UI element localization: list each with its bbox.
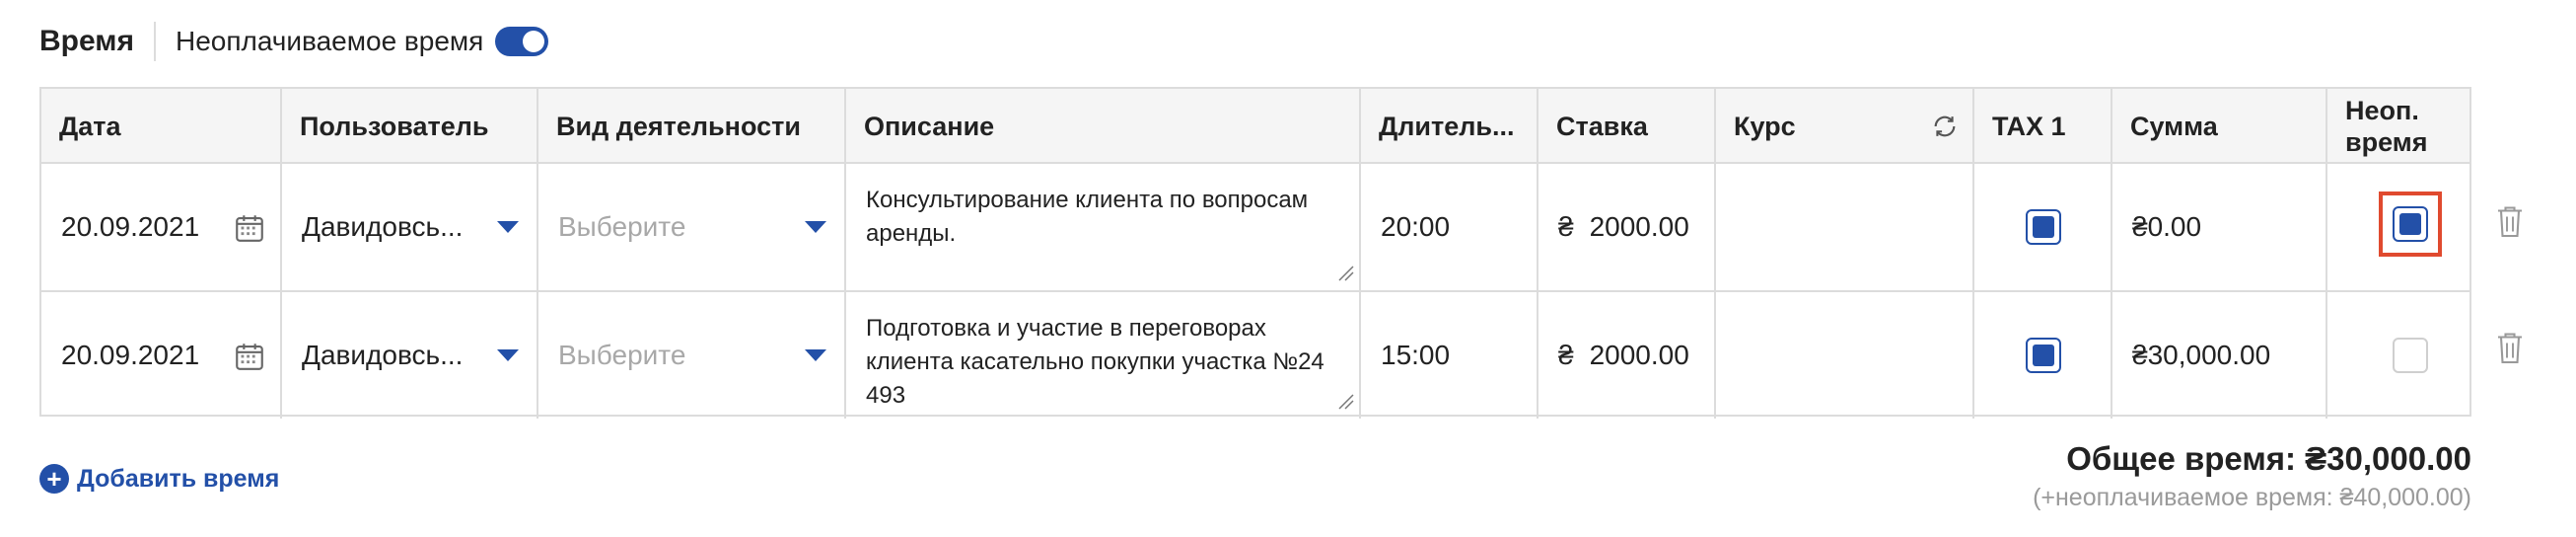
activity-select[interactable]: Выберите: [538, 292, 846, 419]
chevron-down-icon: [497, 221, 519, 233]
description-textarea[interactable]: Консультирование клиента по вопросам аре…: [850, 172, 1355, 282]
chevron-down-icon: [805, 221, 826, 233]
tax1-checkbox[interactable]: [2026, 209, 2061, 245]
user-select[interactable]: Давидовсь...: [282, 164, 538, 290]
table-row: 20.09.2021 Давидовсь... Выберите Консуль…: [41, 164, 2469, 290]
checkbox-checked-mark: [2033, 345, 2054, 366]
column-exchange: Курс: [1716, 89, 1974, 164]
description-cell: Консультирование клиента по вопросам аре…: [846, 164, 1361, 290]
trash-icon[interactable]: [2495, 330, 2525, 365]
description-textarea[interactable]: Подготовка и участие в переговорах клиен…: [850, 300, 1355, 411]
duration-field[interactable]: 20:00: [1361, 164, 1538, 290]
column-user: Пользователь: [282, 89, 538, 164]
column-amount: Сумма: [2112, 89, 2327, 164]
column-unpaid-line2: время: [2345, 127, 2428, 157]
exchange-field[interactable]: [1716, 292, 1974, 419]
tax1-cell: [1974, 292, 2112, 419]
column-duration: Длитель...: [1361, 89, 1538, 164]
resize-grip-icon[interactable]: [1335, 263, 1355, 282]
description-cell: Подготовка и участие в переговорах клиен…: [846, 292, 1361, 419]
calendar-icon[interactable]: [233, 340, 266, 373]
user-select[interactable]: Давидовсь...: [282, 292, 538, 419]
section-header: Время Неоплачиваемое время: [39, 18, 549, 65]
date-value: 20.09.2021: [61, 340, 200, 370]
activity-placeholder: Выберите: [558, 211, 686, 242]
column-exchange-label: Курс: [1734, 111, 1796, 141]
rate-value: 2000.00: [1589, 211, 1689, 242]
unpaid-toggle-label: Неоплачиваемое время: [175, 26, 484, 56]
toggle-knob: [523, 31, 545, 52]
date-field[interactable]: 20.09.2021: [41, 164, 282, 290]
unpaid-checkbox[interactable]: [2393, 338, 2428, 373]
checkbox-checked-mark: [2399, 213, 2421, 235]
column-date: Дата: [41, 89, 282, 164]
time-table: Дата Пользователь Вид деятельности Описа…: [39, 87, 2471, 419]
column-unpaid-line1: Неоп.: [2345, 96, 2419, 125]
header-divider: [153, 22, 156, 61]
table-row: 20.09.2021 Давидовсь... Выберите Подгото…: [41, 290, 2469, 419]
user-value: Давидовсь...: [302, 211, 464, 242]
tax1-cell: [1974, 164, 2112, 290]
duration-field[interactable]: 15:00: [1361, 292, 1538, 419]
rate-field[interactable]: ₴ 2000.00: [1538, 164, 1716, 290]
tax1-checkbox[interactable]: [2026, 338, 2061, 373]
checkbox-checked-mark: [2033, 216, 2054, 238]
amount-cell: ₴0.00: [2112, 164, 2327, 290]
unpaid-time-toggle[interactable]: [495, 27, 549, 56]
refresh-icon[interactable]: [1931, 113, 1959, 140]
rate-field[interactable]: ₴ 2000.00: [1538, 292, 1716, 419]
amount-value: ₴0.00: [2132, 211, 2202, 242]
table-header: Дата Пользователь Вид деятельности Описа…: [41, 89, 2469, 164]
date-value: 20.09.2021: [61, 211, 200, 242]
unpaid-cell: [2327, 164, 2473, 290]
add-time-button[interactable]: + Добавить время: [39, 464, 279, 494]
unpaid-checkbox[interactable]: [2393, 206, 2428, 242]
column-unpaid: Неоп. время: [2327, 89, 2473, 164]
amount-value: ₴30,000.00: [2132, 340, 2271, 370]
add-time-label: Добавить время: [77, 464, 280, 493]
column-tax1: TAX 1: [1974, 89, 2112, 164]
activity-placeholder: Выберите: [558, 340, 686, 370]
activity-select[interactable]: Выберите: [538, 164, 846, 290]
currency-symbol: ₴: [1558, 340, 1574, 370]
total-time: Общее время: ₴30,000.00: [2066, 440, 2471, 477]
unpaid-total: (+неоплачиваемое время: ₴40,000.00): [2033, 484, 2471, 511]
duration-value: 20:00: [1381, 211, 1451, 242]
unpaid-cell: [2327, 292, 2473, 419]
date-field[interactable]: 20.09.2021: [41, 292, 282, 419]
amount-cell: ₴30,000.00: [2112, 292, 2327, 419]
rate-value: 2000.00: [1589, 340, 1689, 370]
chevron-down-icon: [497, 349, 519, 361]
resize-grip-icon[interactable]: [1335, 391, 1355, 411]
column-activity: Вид деятельности: [538, 89, 846, 164]
column-description: Описание: [846, 89, 1361, 164]
section-title: Время: [39, 25, 134, 57]
time-section: Время Неоплачиваемое время Дата Пользова…: [0, 0, 2576, 537]
duration-value: 15:00: [1381, 340, 1451, 370]
plus-circle-icon: +: [39, 464, 69, 494]
column-rate: Ставка: [1538, 89, 1716, 164]
exchange-field[interactable]: [1716, 164, 1974, 290]
currency-symbol: ₴: [1558, 211, 1574, 242]
calendar-icon[interactable]: [233, 211, 266, 245]
user-value: Давидовсь...: [302, 340, 464, 370]
trash-icon[interactable]: [2495, 203, 2525, 239]
chevron-down-icon: [805, 349, 826, 361]
